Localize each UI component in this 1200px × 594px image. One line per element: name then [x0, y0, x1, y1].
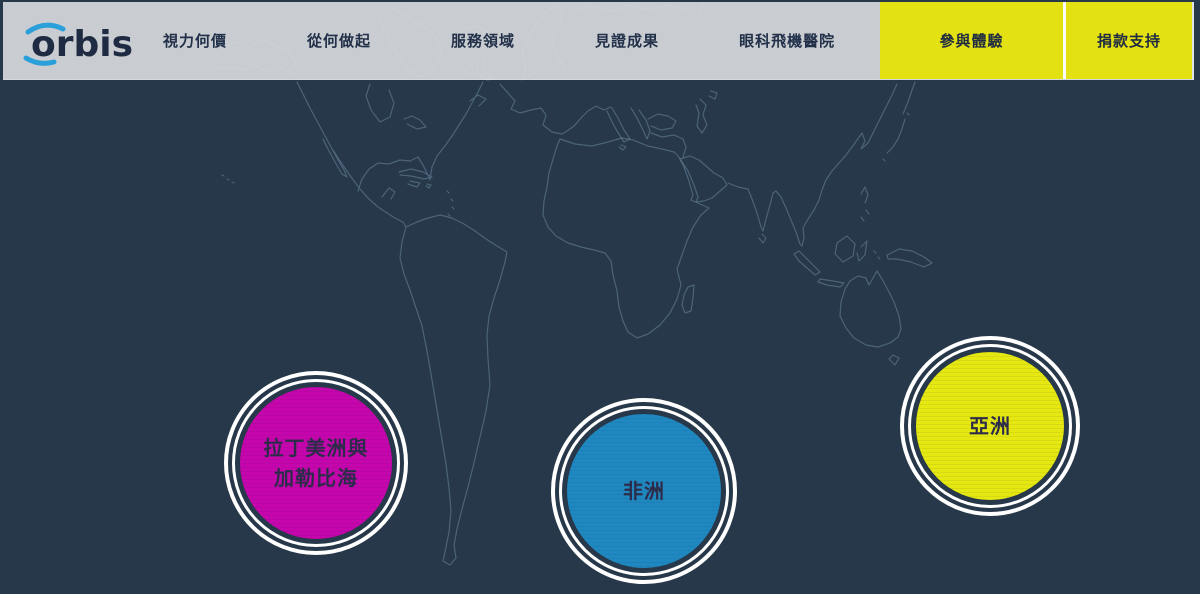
region-button-africa[interactable]: 非洲: [551, 398, 737, 584]
region-fill-latin-america: 拉丁美洲與 加勒比海: [240, 387, 392, 539]
map-asia: [680, 82, 915, 246]
logo-text: orbis: [31, 24, 133, 65]
page-root: { "header": { "logo": { "text": "orbis" …: [0, 0, 1200, 594]
main-nav: 視力何價 從何做起 服務領域 見證成果 眼科飛機醫院: [153, 2, 880, 79]
region-label: 非洲: [623, 476, 665, 506]
orbis-logo-icon: orbis: [23, 16, 133, 66]
region-fill-asia: 亞洲: [916, 352, 1064, 500]
nav-item-vision-value[interactable]: 視力何價: [163, 30, 227, 51]
donate-button[interactable]: 捐款支持: [1063, 2, 1192, 79]
region-label-line1: 拉丁美洲與: [264, 433, 369, 463]
region-ring: 非洲: [559, 406, 729, 576]
logo[interactable]: orbis: [3, 2, 153, 79]
participate-button[interactable]: 參與體驗: [880, 2, 1063, 79]
map-africa: [543, 138, 709, 338]
region-button-asia[interactable]: 亞洲: [900, 336, 1080, 516]
nav-item-flying-eye-hospital[interactable]: 眼科飛機醫院: [739, 30, 835, 51]
region-button-latin-america-caribbean[interactable]: 拉丁美洲與 加勒比海: [224, 371, 408, 555]
region-fill-africa: 非洲: [567, 414, 721, 568]
region-ring: 拉丁美洲與 加勒比海: [232, 379, 400, 547]
nav-item-service-areas[interactable]: 服務領域: [451, 30, 515, 51]
nav-item-where-to-start[interactable]: 從何做起: [307, 30, 371, 51]
region-ring: 亞洲: [908, 344, 1072, 508]
map-oceania: [794, 236, 932, 365]
nav-item-results[interactable]: 見證成果: [595, 30, 659, 51]
header: orbis 視力何價 從何做起 服務領域 見證成果 眼科飛機醫院 參與體驗 捐款…: [3, 2, 1194, 80]
region-label: 亞洲: [969, 411, 1011, 441]
region-label-line2: 加勒比海: [274, 463, 358, 493]
